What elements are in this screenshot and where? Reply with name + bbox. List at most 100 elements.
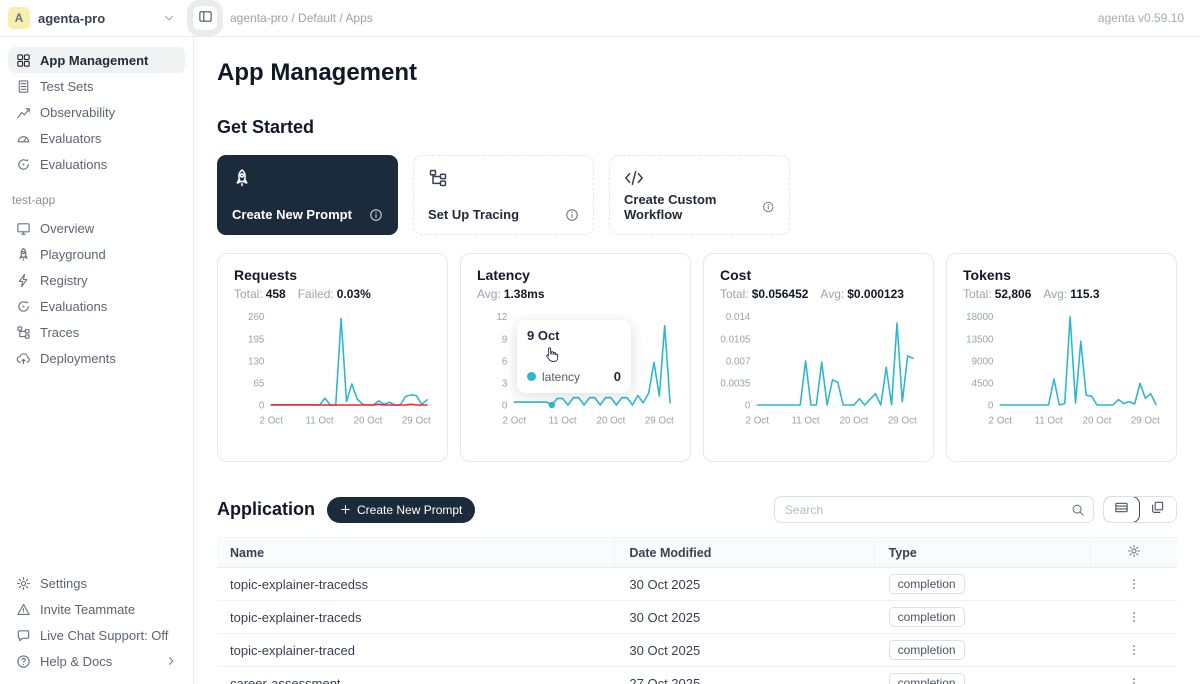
info-icon[interactable] [762,200,775,214]
svg-text:29 Oct: 29 Oct [1131,416,1160,427]
create-new-prompt-button[interactable]: Create New Prompt [327,497,475,523]
table-view-icon [1114,500,1129,520]
column-header-date-modified[interactable]: Date Modified [615,538,874,567]
test-sets-icon [16,79,31,94]
chart-stat: Total:458 [234,287,286,301]
chart-stat: Avg:$0.000123 [820,287,904,301]
table-row[interactable]: career-assessment 27 Oct 2025 completion [217,667,1177,684]
chart-plot[interactable]: 00.00350.0070.01050.0142 Oct11 Oct20 Oct… [720,307,917,434]
table-view-toggle[interactable] [1103,496,1140,523]
sidebar-item-app-management[interactable]: App Management [8,47,185,73]
sidebar-footer-item-settings[interactable]: Settings [8,570,185,596]
chart-title: Latency [477,267,674,283]
get-started-title: Get Started [217,117,1177,138]
application-title: Application [217,499,315,520]
app-type-badge: completion [889,607,965,627]
row-actions-button[interactable] [1125,608,1143,626]
sidebar-footer-item-help-docs[interactable]: Help & Docs [8,648,185,674]
sidebar-collapse-button[interactable] [192,5,218,31]
svg-text:260: 260 [248,312,265,323]
svg-text:0.014: 0.014 [726,312,751,323]
gear-icon [1127,544,1141,561]
svg-text:29 Oct: 29 Oct [888,416,917,427]
svg-text:13500: 13500 [966,334,994,345]
svg-text:0.007: 0.007 [726,356,751,367]
info-icon[interactable] [369,208,383,222]
search-input[interactable] [785,503,1071,517]
tooltip-date: 9 Oct [527,328,621,343]
chart-title: Requests [234,267,431,283]
observability-icon [16,105,31,120]
sidebar-item-test-sets[interactable]: Test Sets [8,73,185,99]
info-icon[interactable] [565,208,579,222]
gear-icon [16,576,31,591]
grid-icon [16,53,31,68]
svg-text:11 Oct: 11 Oct [791,416,819,427]
sidebar-item-label: Overview [40,221,94,236]
requests-chart-card: Requests Total:458Failed:0.03% 065130195… [217,253,448,462]
svg-text:2 Oct: 2 Oct [503,416,527,427]
table-row[interactable]: topic-explainer-traceds 30 Oct 2025 comp… [217,601,1177,634]
app-type-badge: completion [889,673,965,684]
sidebar-app-item-playground[interactable]: Playground [8,241,185,267]
sidebar-app-item-overview[interactable]: Overview [8,215,185,241]
row-actions-button[interactable] [1125,575,1143,593]
set-up-tracing-card[interactable]: Set Up Tracing [413,155,594,235]
metrics-charts-row: Requests Total:458Failed:0.03% 065130195… [217,253,1177,462]
svg-text:20 Oct: 20 Oct [354,416,383,427]
chevron-down-icon [162,11,176,25]
sidebar-item-evaluators[interactable]: Evaluators [8,125,185,151]
app-type-badge: completion [889,574,965,594]
get-started-cards: Create New Prompt Set Up Tracing Create … [217,155,1177,235]
app-date-modified: 27 Oct 2025 [615,667,874,684]
workspace-avatar: A [8,7,30,29]
app-name: topic-explainer-tracedss [217,568,615,600]
svg-text:11 Oct: 11 Oct [1034,416,1062,427]
legend-dot [527,372,536,381]
sidebar-main-nav: App ManagementTest SetsObservabilityEval… [8,47,185,177]
sidebar-app-item-deployments[interactable]: Deployments [8,345,185,371]
sidebar-footer-item-invite-teammate[interactable]: Invite Teammate [8,596,185,622]
chat-icon [16,628,31,643]
svg-text:4500: 4500 [972,378,994,389]
svg-text:9: 9 [502,334,507,345]
sidebar: App ManagementTest SetsObservabilityEval… [0,37,194,684]
top-bar: A agenta-pro agenta-pro / Default / Apps… [0,0,1200,37]
sidebar-app-nav: Overview PlaygroundRegistryEvaluationsTra… [8,215,185,371]
card-label: Set Up Tracing [428,207,519,222]
svg-text:0.0105: 0.0105 [720,334,751,345]
table-header: Name Date Modified Type [217,537,1177,568]
row-actions-button[interactable] [1125,641,1143,659]
search-icon[interactable] [1071,503,1085,517]
evaluations-icon [16,299,31,314]
sidebar-item-observability[interactable]: Observability [8,99,185,125]
row-actions-button[interactable] [1125,674,1143,684]
chart-plot[interactable]: 0651301952602 Oct11 Oct20 Oct29 Oct [234,307,431,434]
card-label: Create Custom Workflow [624,192,762,222]
workspace-name: agenta-pro [38,11,154,26]
create-custom-workflow-card[interactable]: Create Custom Workflow [609,155,790,235]
svg-text:12: 12 [496,312,507,323]
table-row[interactable]: topic-explainer-traced 30 Oct 2025 compl… [217,634,1177,667]
svg-text:9000: 9000 [972,356,994,367]
table-settings-button[interactable] [1125,544,1143,562]
svg-text:20 Oct: 20 Oct [1083,416,1112,427]
sidebar-app-item-traces[interactable]: Traces [8,319,185,345]
column-header-type[interactable]: Type [875,538,1091,567]
sidebar-app-item-evaluations[interactable]: Evaluations [8,293,185,319]
sidebar-app-item-registry[interactable]: Registry [8,267,185,293]
sidebar-item-evaluations[interactable]: Evaluations [8,151,185,177]
breadcrumb[interactable]: agenta-pro / Default / Apps [230,11,373,25]
sidebar-item-label: Test Sets [40,79,93,94]
app-date-modified: 30 Oct 2025 [615,601,874,633]
svg-text:0: 0 [745,400,751,411]
column-header-name[interactable]: Name [217,538,615,567]
card-view-toggle[interactable] [1139,497,1176,522]
tokens-chart-card: Tokens Total:52,806Avg:115.3 04500900013… [946,253,1177,462]
plus-icon [340,504,351,515]
create-new-prompt-card[interactable]: Create New Prompt [217,155,398,235]
workspace-switcher[interactable]: A agenta-pro [0,7,186,29]
sidebar-footer-item-live-chat-support-off[interactable]: Live Chat Support: Off [8,622,185,648]
table-row[interactable]: topic-explainer-tracedss 30 Oct 2025 com… [217,568,1177,601]
chart-plot[interactable]: 04500900013500180002 Oct11 Oct20 Oct29 O… [963,307,1160,434]
